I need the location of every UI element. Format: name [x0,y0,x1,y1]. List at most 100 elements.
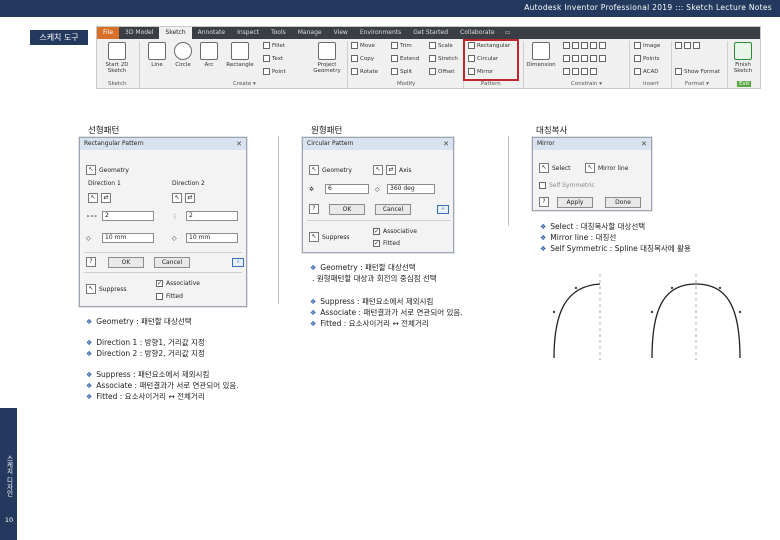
note-text: Associate : 패턴결과가 서로 연관되어 있음. [96,381,239,390]
help-icon[interactable]: ? [539,197,549,207]
direction1-pick[interactable]: ↖ ⇄ [88,193,111,203]
count-icon: ∘∘∘ [86,213,98,220]
project-geometry-button[interactable]: Project Geometry [309,42,345,74]
axis-select[interactable]: ↖ ⇄ Axis [373,165,411,175]
points-icon [634,55,641,62]
dimension-button[interactable]: Dimension [521,42,561,68]
tab-manage[interactable]: Manage [292,27,328,39]
flip-direction-icon[interactable]: ⇄ [386,165,396,175]
constraint-equal-icon[interactable] [572,68,579,75]
extend-button[interactable]: Extend [391,55,419,62]
tab-sketch[interactable]: Sketch [159,27,192,39]
constraint-settings-icon[interactable] [581,68,588,75]
tab-tools[interactable]: Tools [265,27,292,39]
select-button[interactable]: ↖ Select [539,163,571,173]
trim-button[interactable]: Trim [391,42,412,49]
start-sketch-button[interactable]: Start 2D Sketch [99,42,135,74]
constraint-perpendicular-icon[interactable] [563,55,570,62]
self-symmetric-checkbox[interactable]: Self Symmetric [539,182,595,189]
copy-button[interactable]: Copy [351,55,374,62]
offset-button[interactable]: Offset [429,68,455,75]
spacing2-row: ◇ [172,235,177,242]
fitted-checkbox[interactable]: ✓ Fitted [373,240,400,247]
split-button[interactable]: Split [391,68,412,75]
scale-button[interactable]: Scale [429,42,453,49]
close-icon[interactable]: ✕ [641,138,647,150]
close-icon[interactable]: ✕ [236,138,242,150]
cancel-button[interactable]: Cancel [375,204,411,215]
image-button[interactable]: Image [634,42,660,49]
tab-get-started[interactable]: Get Started [407,27,454,39]
arrow-select-icon: ↖ [88,193,98,203]
move-button[interactable]: Move [351,42,375,49]
suppress-select[interactable]: ↖ Suppress [86,284,127,294]
geometry-select[interactable]: ↖ Geometry [86,165,129,175]
fillet-icon [263,42,270,49]
rotate-button[interactable]: Rotate [351,68,378,75]
note-linear-geometry: ❖ Geometry : 패턴할 대상선택 [86,317,192,327]
flip-direction-icon[interactable]: ⇄ [185,193,195,203]
cancel-button[interactable]: Cancel [154,257,190,268]
tab-inspect[interactable]: Inspect [231,27,265,39]
constraint-show-icon[interactable] [590,68,597,75]
direction2-pick[interactable]: ↖ ⇄ [172,193,195,203]
constraint-horizontal-icon[interactable] [572,55,579,62]
constraint-parallel-icon[interactable] [599,42,606,49]
tab-collaborate[interactable]: Collaborate [454,27,501,39]
associative-checkbox[interactable]: ✓ Associative [373,228,417,235]
tab-annotate[interactable]: Annotate [192,27,231,39]
geometry-select[interactable]: ↖ Geometry [309,165,352,175]
show-format-button[interactable]: Show Format [675,68,720,75]
apply-button[interactable]: Apply [557,197,593,208]
help-icon[interactable]: ? [86,257,96,267]
points-button[interactable]: Points [634,55,660,62]
mirror-dialog: Mirror ✕ ↖ Select ↖ Mirror line Self Symme… [532,137,652,211]
more-options-button[interactable]: « [437,205,449,214]
note-circular-geometry: ❖ Geometry : 패턴할 대상선택 [310,263,416,273]
mirror-line-button[interactable]: ↖ Mirror line [585,163,628,173]
constraint-concentric-icon[interactable] [581,42,588,49]
ok-button[interactable]: OK [108,257,144,268]
tab-3d-model[interactable]: 3D Model [119,27,159,39]
count1-field[interactable]: 2 [102,211,154,221]
center-point-icon[interactable] [693,42,700,49]
panel-toggle-icon[interactable]: ▭ [501,27,515,39]
done-button[interactable]: Done [605,197,641,208]
constraint-vertical-icon[interactable] [581,55,588,62]
associative-checkbox[interactable]: ✓ Associative [156,280,200,287]
count-field[interactable]: 6 [325,184,369,194]
angle-field[interactable]: 360 deg [387,184,435,194]
acad-button[interactable]: ACAD [634,68,659,75]
note-text: Select : 대칭복사할 대상선택 [550,222,646,231]
diamond-bullet-icon: ❖ [540,245,547,253]
text-button[interactable]: Text [263,55,283,62]
constraint-coincident-icon[interactable] [563,42,570,49]
fitted-checkbox[interactable]: Fitted [156,293,183,300]
tab-view[interactable]: View [328,27,354,39]
more-options-button[interactable]: « [232,258,244,267]
suppress-select[interactable]: ↖ Suppress [309,232,350,242]
ok-button[interactable]: OK [329,204,365,215]
centerline-icon[interactable] [684,42,691,49]
spacing1-field[interactable]: 10 mm [102,233,154,243]
page-number: 10 [4,516,14,524]
fillet-button[interactable]: Fillet [263,42,285,49]
rectangle-button[interactable]: Rectangle [222,42,258,68]
constraint-symmetric-icon[interactable] [563,68,570,75]
tab-environments[interactable]: Environments [354,27,407,39]
construction-icon[interactable] [675,42,682,49]
count2-field[interactable]: 2 [186,211,238,221]
point-button[interactable]: Point [263,68,286,75]
constraint-fix-icon[interactable] [590,42,597,49]
spacing2-field[interactable]: 10 mm [186,233,238,243]
checkmark-icon [734,42,752,60]
flip-direction-icon[interactable]: ⇄ [101,193,111,203]
finish-sketch-button[interactable]: Finish Sketch [727,42,759,74]
constraint-tangent-icon[interactable] [590,55,597,62]
constraint-collinear-icon[interactable] [572,42,579,49]
stretch-button[interactable]: Stretch [429,55,458,62]
help-icon[interactable]: ? [309,204,319,214]
constraint-smooth-icon[interactable] [599,55,606,62]
tab-file[interactable]: File [97,27,120,39]
close-icon[interactable]: ✕ [443,138,449,150]
